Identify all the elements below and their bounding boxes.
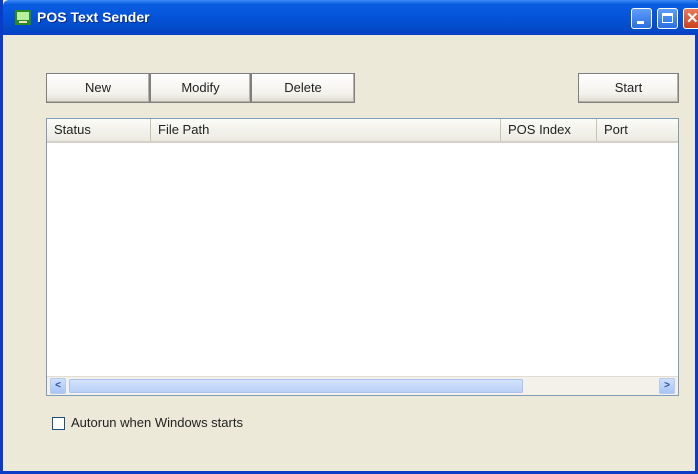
horizontal-scrollbar[interactable]: < > — [47, 376, 678, 395]
column-header-status[interactable]: Status — [47, 119, 151, 141]
close-icon: ✕ — [686, 10, 698, 27]
delete-button[interactable]: Delete — [251, 73, 355, 103]
scroll-left-button[interactable]: < — [50, 378, 66, 394]
column-header-pos-index[interactable]: POS Index — [501, 119, 597, 141]
new-button[interactable]: New — [46, 73, 150, 103]
chevron-right-icon: > — [664, 380, 670, 391]
autorun-label[interactable]: Autorun when Windows starts — [71, 415, 243, 430]
list-header: Status File Path POS Index Port — [47, 119, 678, 143]
main-window: POS Text Sender ✕ New Modify Delete Star… — [0, 0, 698, 474]
column-header-file-path[interactable]: File Path — [151, 119, 501, 141]
maximize-button[interactable] — [657, 8, 678, 29]
file-list[interactable]: Status File Path POS Index Port < > — [46, 118, 679, 396]
scrollbar-thumb[interactable] — [69, 379, 523, 393]
start-button[interactable]: Start — [578, 73, 679, 103]
window-title: POS Text Sender — [37, 9, 150, 25]
maximize-icon — [662, 13, 673, 23]
title-bar[interactable]: POS Text Sender ✕ — [3, 0, 698, 35]
close-button[interactable]: ✕ — [683, 8, 698, 29]
minimize-icon — [637, 21, 644, 24]
scroll-right-button[interactable]: > — [659, 378, 675, 394]
minimize-button[interactable] — [631, 8, 652, 29]
app-icon — [15, 10, 31, 25]
modify-button[interactable]: Modify — [150, 73, 251, 103]
column-header-port[interactable]: Port — [597, 119, 678, 141]
chevron-left-icon: < — [55, 380, 61, 391]
autorun-checkbox[interactable] — [52, 417, 65, 430]
